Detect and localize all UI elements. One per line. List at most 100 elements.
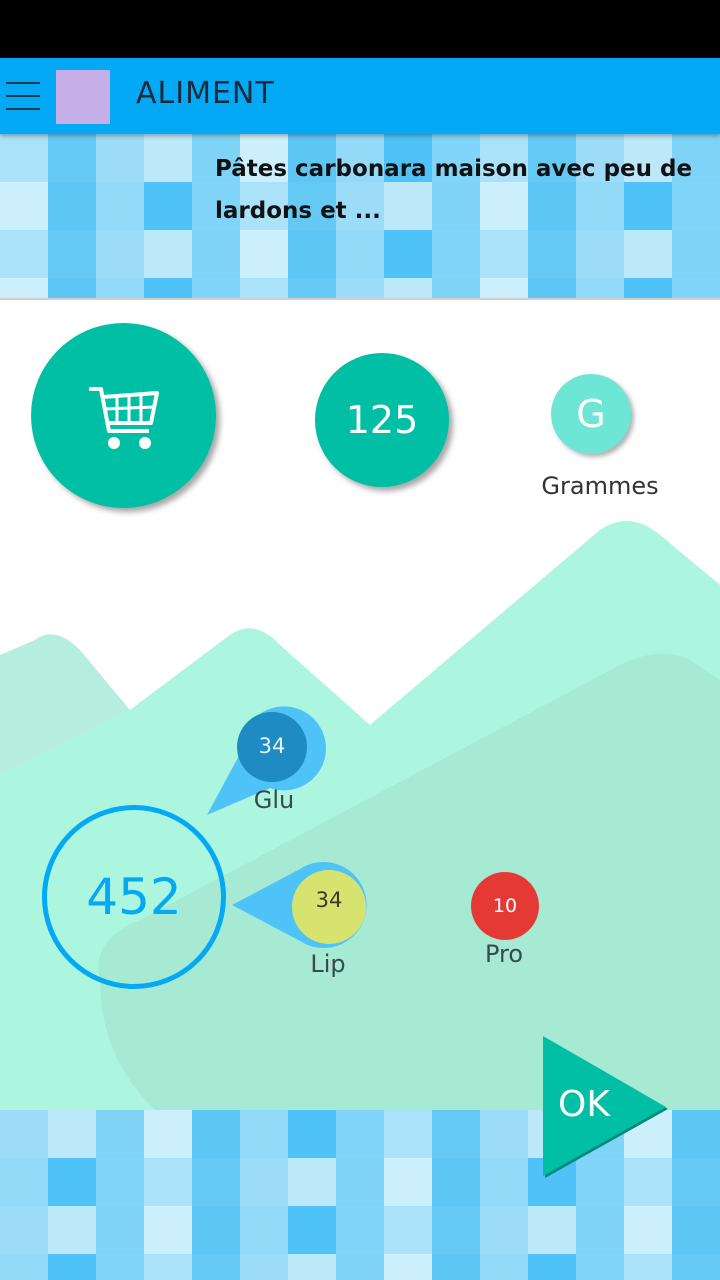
pattern-cell bbox=[240, 1110, 288, 1158]
pattern-cell bbox=[624, 1206, 672, 1254]
pattern-cell bbox=[0, 278, 48, 300]
pattern-cell bbox=[96, 1110, 144, 1158]
pattern-cell bbox=[96, 134, 144, 182]
pattern-cell bbox=[48, 1110, 96, 1158]
pattern-cell bbox=[576, 1254, 624, 1280]
pattern-cell bbox=[576, 278, 624, 300]
energy-ring: 452 bbox=[42, 805, 226, 989]
pattern-cell bbox=[144, 230, 192, 278]
pattern-cell bbox=[48, 230, 96, 278]
pattern-cell bbox=[240, 1158, 288, 1206]
pattern-cell bbox=[528, 1206, 576, 1254]
pattern-cell bbox=[672, 1110, 720, 1158]
pattern-cell bbox=[288, 1206, 336, 1254]
lip-label: Lip bbox=[310, 950, 346, 978]
pattern-cell bbox=[192, 230, 240, 278]
ok-button[interactable]: OK bbox=[540, 1034, 670, 1180]
avatar[interactable] bbox=[56, 70, 110, 124]
food-banner: Pâtes carbonara maison avec peu de lardo… bbox=[0, 134, 720, 300]
lip-value: 34 bbox=[315, 888, 343, 912]
add-to-cart-button[interactable] bbox=[31, 323, 216, 508]
pattern-cell bbox=[384, 1206, 432, 1254]
pattern-cell bbox=[0, 230, 48, 278]
pattern-cell bbox=[288, 1254, 336, 1280]
quantity-button[interactable]: 125 bbox=[315, 353, 449, 487]
pattern-cell bbox=[672, 278, 720, 300]
pattern-cell bbox=[624, 278, 672, 300]
pattern-cell bbox=[384, 1110, 432, 1158]
pattern-cell bbox=[96, 230, 144, 278]
pattern-cell bbox=[48, 1158, 96, 1206]
pattern-cell bbox=[528, 230, 576, 278]
pattern-cell bbox=[0, 1206, 48, 1254]
pattern-cell bbox=[624, 230, 672, 278]
pattern-cell bbox=[240, 1206, 288, 1254]
app-title: ALIMENT bbox=[136, 76, 275, 111]
pattern-cell bbox=[528, 278, 576, 300]
pattern-cell bbox=[336, 1110, 384, 1158]
pattern-cell bbox=[144, 1254, 192, 1280]
pattern-cell bbox=[0, 182, 48, 230]
glu-label: Glu bbox=[253, 786, 295, 814]
pattern-cell bbox=[672, 1254, 720, 1280]
pattern-cell bbox=[384, 1254, 432, 1280]
pattern-cell bbox=[288, 1158, 336, 1206]
pattern-cell bbox=[0, 1110, 48, 1158]
pattern-cell bbox=[240, 278, 288, 300]
pattern-cell bbox=[0, 134, 48, 182]
pattern-cell bbox=[48, 1254, 96, 1280]
pattern-cell bbox=[432, 1158, 480, 1206]
pattern-cell bbox=[528, 1254, 576, 1280]
pattern-cell bbox=[144, 134, 192, 182]
pattern-cell bbox=[96, 278, 144, 300]
pattern-cell bbox=[480, 1206, 528, 1254]
pattern-cell bbox=[240, 230, 288, 278]
pattern-cell bbox=[288, 230, 336, 278]
pattern-cell bbox=[48, 182, 96, 230]
menu-icon[interactable] bbox=[6, 82, 44, 112]
pattern-cell bbox=[48, 134, 96, 182]
pattern-cell bbox=[96, 1206, 144, 1254]
pattern-cell bbox=[480, 230, 528, 278]
pro-value: 10 bbox=[492, 895, 518, 917]
pattern-cell bbox=[480, 1254, 528, 1280]
ok-label: OK bbox=[558, 1084, 610, 1125]
pattern-cell bbox=[144, 278, 192, 300]
pattern-cell bbox=[672, 230, 720, 278]
pattern-cell bbox=[432, 230, 480, 278]
pattern-cell bbox=[432, 1254, 480, 1280]
pattern-cell bbox=[192, 1254, 240, 1280]
pattern-cell bbox=[48, 1206, 96, 1254]
pattern-cell bbox=[192, 1158, 240, 1206]
pattern-cell bbox=[432, 1206, 480, 1254]
pattern-cell bbox=[384, 278, 432, 300]
pattern-cell bbox=[432, 1110, 480, 1158]
pattern-cell bbox=[48, 278, 96, 300]
food-name: Pâtes carbonara maison avec peu de lardo… bbox=[215, 156, 693, 224]
pattern-cell bbox=[144, 1110, 192, 1158]
pattern-cell bbox=[480, 1158, 528, 1206]
pattern-cell bbox=[96, 1158, 144, 1206]
pattern-cell bbox=[288, 278, 336, 300]
pattern-cell bbox=[336, 230, 384, 278]
pattern-cell bbox=[192, 278, 240, 300]
pattern-cell bbox=[384, 230, 432, 278]
pattern-cell bbox=[288, 1110, 336, 1158]
pattern-cell bbox=[576, 230, 624, 278]
pattern-cell bbox=[624, 1254, 672, 1280]
pattern-cell bbox=[144, 182, 192, 230]
pattern-cell bbox=[240, 1254, 288, 1280]
pattern-cell bbox=[480, 1110, 528, 1158]
pro-label: Pro bbox=[484, 940, 524, 968]
pattern-cell bbox=[192, 1206, 240, 1254]
pattern-cell bbox=[144, 1158, 192, 1206]
unit-button[interactable]: G bbox=[551, 374, 631, 454]
pattern-cell bbox=[336, 1254, 384, 1280]
pattern-cell bbox=[0, 1254, 48, 1280]
pattern-cell bbox=[672, 1158, 720, 1206]
status-bar bbox=[0, 0, 720, 58]
unit-label: Grammes bbox=[541, 472, 659, 500]
pattern-cell bbox=[144, 1206, 192, 1254]
pattern-cell bbox=[0, 1158, 48, 1206]
cart-icon bbox=[89, 387, 159, 449]
